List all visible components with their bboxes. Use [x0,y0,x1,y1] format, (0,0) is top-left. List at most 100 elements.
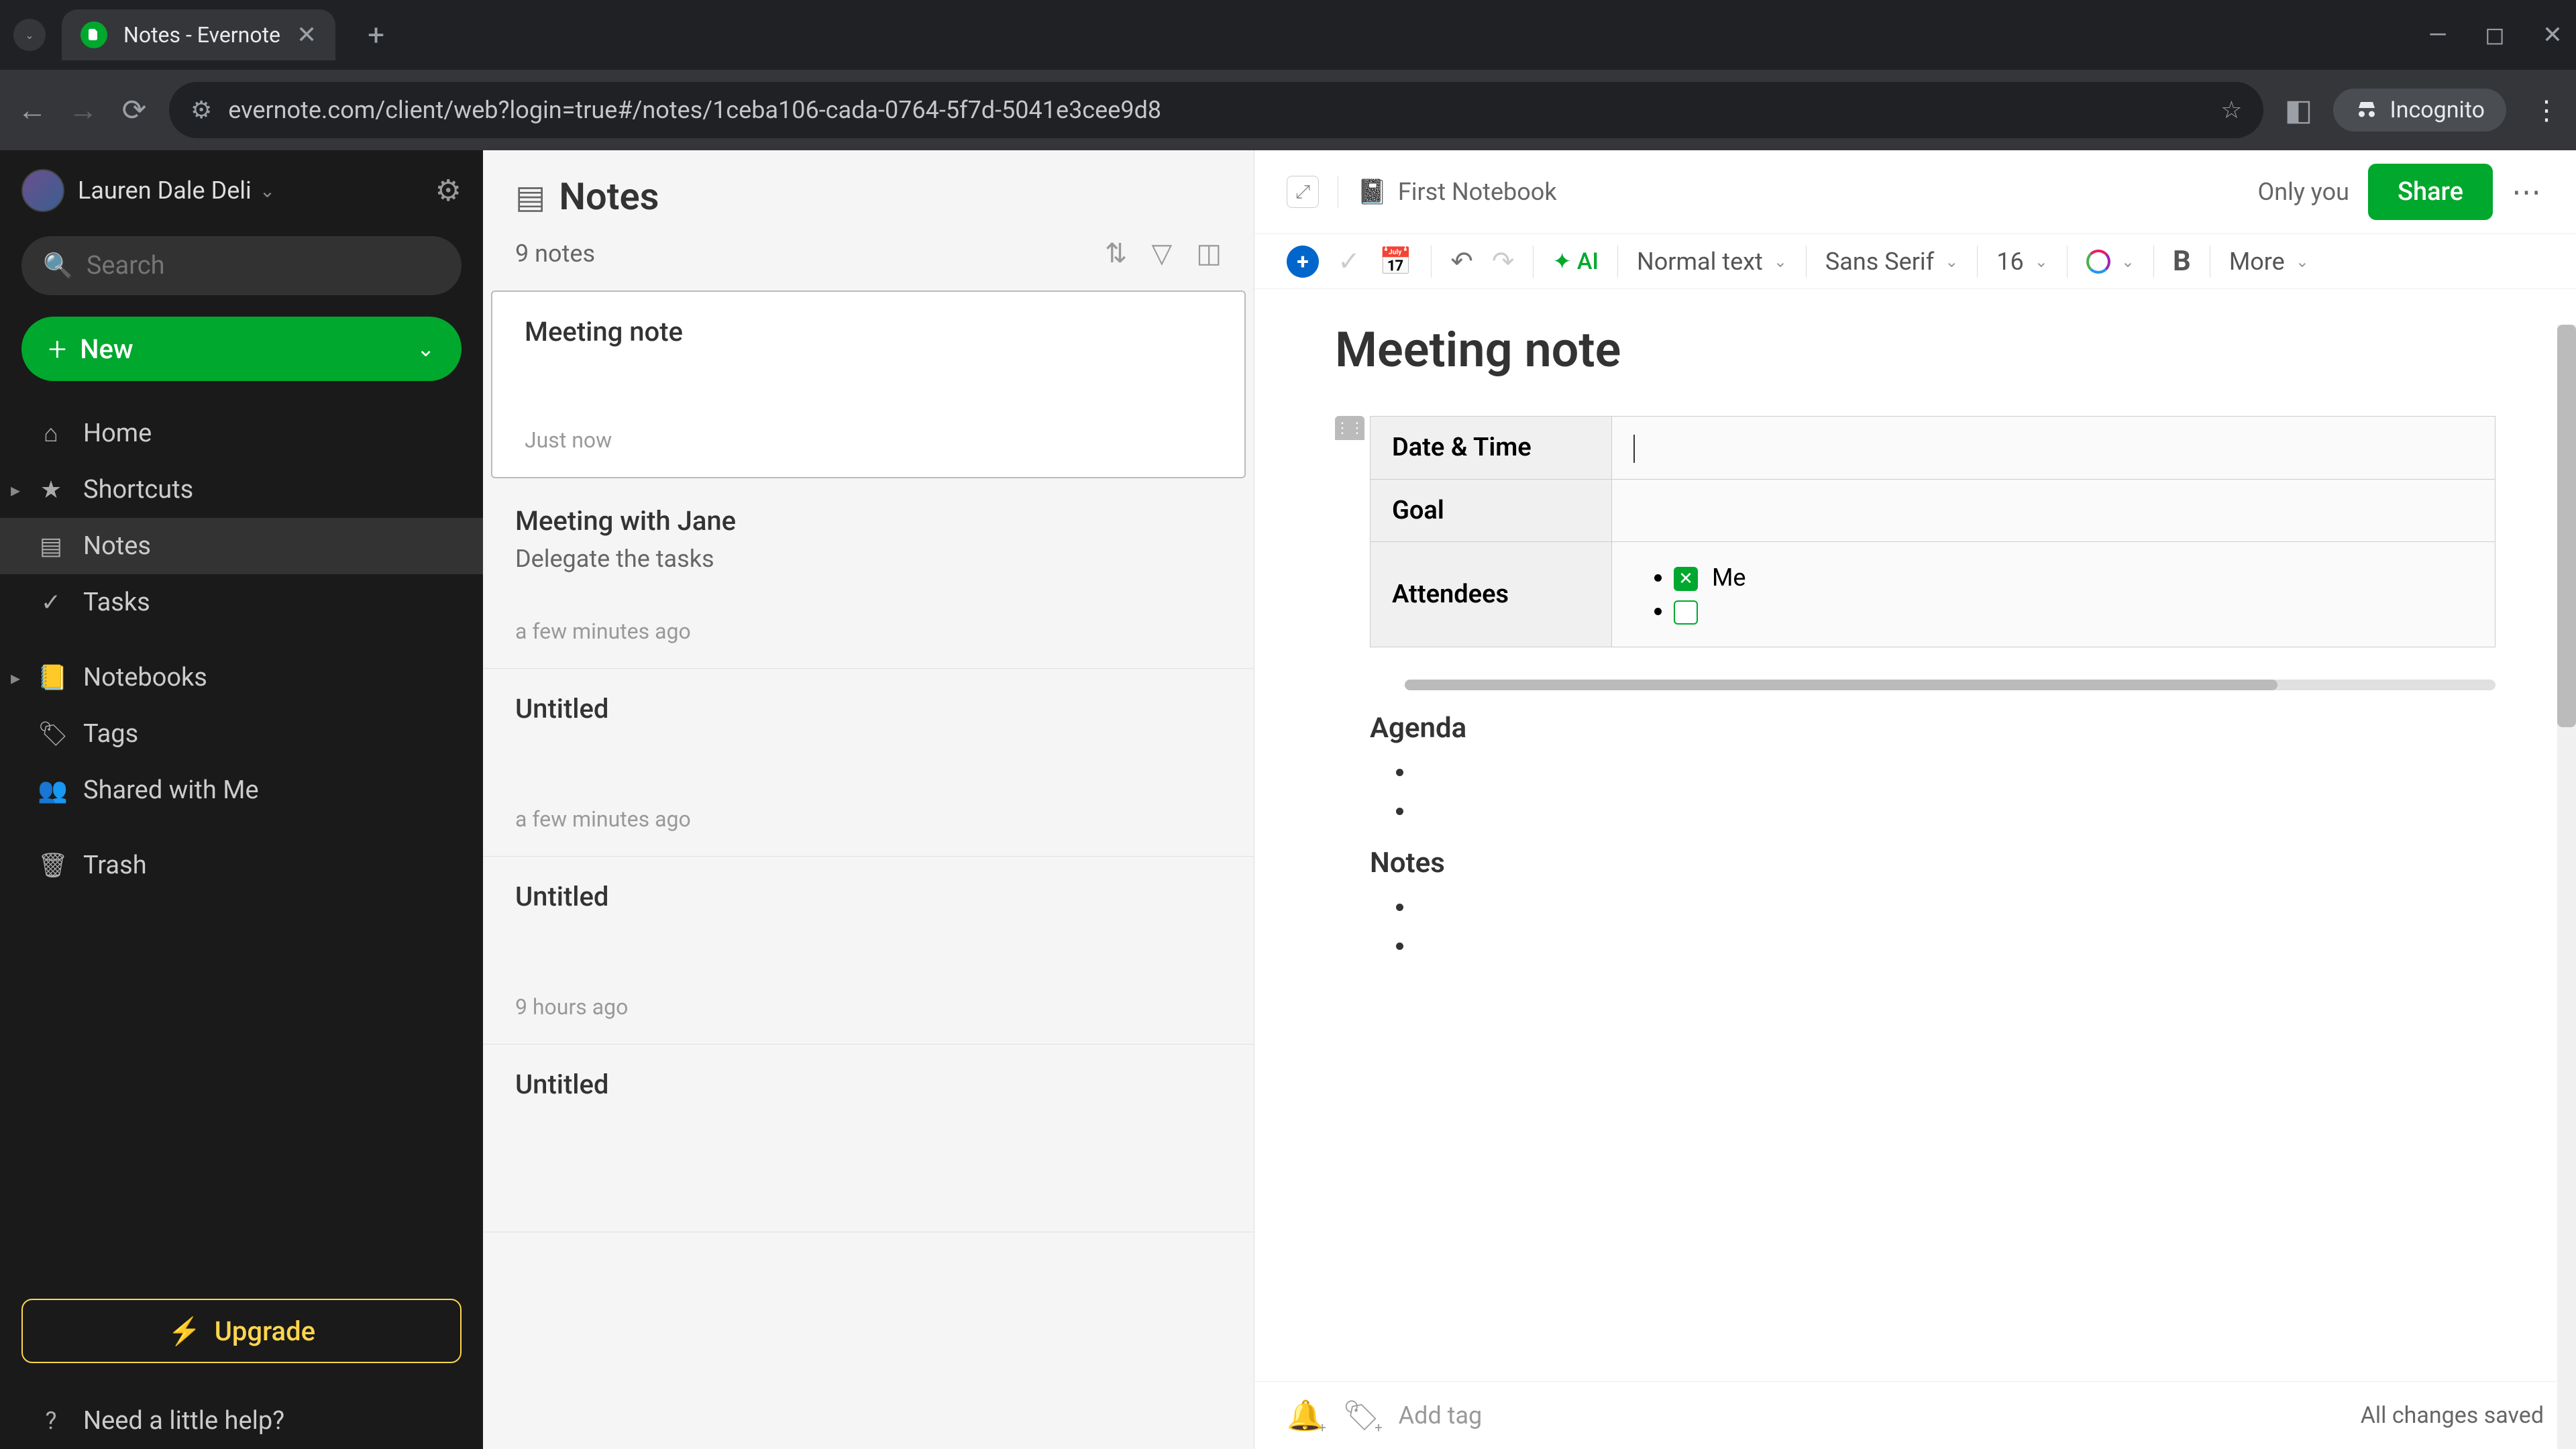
sidebar-item-shortcuts[interactable]: ▸ ★ Shortcuts [0,462,483,518]
meta-label-goal: Goal [1371,479,1612,541]
sidebar-item-trash[interactable]: 🗑 Trash [0,837,483,894]
window-maximize-icon[interactable]: ◻ [2485,21,2505,49]
checkbox-checked-icon[interactable]: ✕ [1674,567,1698,591]
new-button[interactable]: + New ⌄ [21,317,462,381]
table-row: Goal [1371,479,2496,541]
sort-icon[interactable]: ⇅ [1105,237,1128,269]
insert-button[interactable]: + [1287,246,1319,278]
font-family-dropdown[interactable]: Sans Serif ⌄ [1825,248,1958,276]
expand-caret-icon[interactable]: ▸ [11,667,20,689]
note-card[interactable]: Meeting with Jane Delegate the tasks a f… [483,481,1254,669]
sharing-status[interactable]: Only you [2257,178,2349,206]
note-card[interactable]: Untitled 9 hours ago [483,857,1254,1044]
note-body[interactable]: Meeting note ⋮⋮ Date & Time Goal Attende… [1254,289,2576,1381]
filter-icon[interactable]: ▽ [1151,237,1172,269]
drag-handle-icon[interactable]: ⋮⋮ [1335,416,1364,440]
sidebar-item-label: Trash [83,851,147,880]
user-avatar[interactable] [21,169,64,212]
chevron-down-icon: ⌄ [2296,252,2309,271]
separator [1806,246,1807,278]
nav-back-icon[interactable]: ← [16,93,48,127]
notes-list[interactable] [1335,893,2496,960]
font-size-dropdown[interactable]: 16 ⌄ [1996,248,2048,276]
incognito-badge[interactable]: Incognito [2333,89,2506,131]
task-icon[interactable]: ✓ [1338,246,1360,277]
browser-titlebar: ⌄ Notes - Evernote ✕ + — ◻ ✕ [0,0,2576,70]
sidebar-nav: ⌂ Home ▸ ★ Shortcuts ▤ Notes ✓ Tasks ▸ 📒… [0,405,483,1277]
search-box[interactable]: 🔍 [21,236,462,295]
section-heading-agenda[interactable]: Agenda [1370,712,2496,745]
paragraph-style-dropdown[interactable]: Normal text ⌄ [1637,248,1787,276]
list-item[interactable] [1415,797,2496,825]
scrollbar-thumb[interactable] [1405,680,2277,690]
separator [2153,246,2154,278]
calendar-icon[interactable]: 📅 [1379,246,1413,277]
sidebar-item-shared[interactable]: 👥 Shared with Me [0,762,483,818]
more-formatting-dropdown[interactable]: More ⌄ [2229,248,2309,276]
upgrade-button[interactable]: ⚡ Upgrade [21,1299,462,1363]
app-container: Lauren Dale Deli ⌄ ⚙ 🔍 + New ⌄ ⌂ Home ▸ … [0,150,2576,1449]
note-card[interactable]: Untitled a few minutes ago [483,669,1254,857]
username-dropdown[interactable]: Lauren Dale Deli ⌄ [78,176,422,205]
search-input[interactable] [87,251,440,280]
share-button[interactable]: Share [2368,164,2493,220]
horizontal-scrollbar[interactable] [1405,680,2496,690]
side-panel-icon[interactable]: ◧ [2282,93,2314,127]
checkbox-empty-icon[interactable] [1674,600,1698,625]
note-title-field[interactable]: Meeting note [1335,321,2496,378]
notebook-icon: 📓 [1357,178,1387,206]
meta-value-attendees[interactable]: ✕ Me [1612,541,2496,647]
attendee-item[interactable] [1674,597,2473,625]
section-heading-notes[interactable]: Notes [1370,847,2496,879]
note-card[interactable]: Untitled [483,1044,1254,1232]
ai-button[interactable]: ✦ AI [1552,248,1599,275]
notes-header-icon: ▤ [515,178,545,216]
sidebar-item-tasks[interactable]: ✓ Tasks [0,574,483,631]
meta-value-goal[interactable] [1612,479,2496,541]
chevron-down-icon: ⌄ [2121,252,2135,271]
tab-search-button[interactable]: ⌄ [13,19,46,51]
note-card-selected[interactable]: Meeting note Just now [491,290,1246,478]
vertical-scrollbar[interactable] [2557,325,2576,1449]
attendee-item[interactable]: ✕ Me [1674,564,2473,592]
expand-editor-icon[interactable]: ⤢ [1287,176,1319,208]
scrollbar-thumb[interactable] [2557,325,2576,727]
text-color-dropdown[interactable]: ⌄ [2086,250,2135,274]
undo-icon[interactable]: ↶ [1450,246,1473,277]
meta-label-datetime: Date & Time [1371,417,1612,480]
sidebar-header: Lauren Dale Deli ⌄ ⚙ [0,150,483,231]
sidebar-item-home[interactable]: ⌂ Home [0,405,483,462]
redo-icon[interactable]: ↷ [1492,246,1515,277]
view-mode-icon[interactable]: ◫ [1196,237,1222,269]
window-minimize-icon[interactable]: — [2428,21,2447,49]
window-close-icon[interactable]: ✕ [2542,21,2563,49]
agenda-list[interactable] [1335,758,2496,825]
url-bar[interactable]: ⚙ evernote.com/client/web?login=true#/no… [169,82,2263,138]
list-item[interactable] [1415,893,2496,921]
notebook-breadcrumb[interactable]: 📓 First Notebook [1357,178,1557,206]
more-actions-icon[interactable]: ⋯ [2512,174,2544,209]
nav-reload-icon[interactable]: ⟳ [118,93,150,127]
sidebar-item-notebooks[interactable]: ▸ 📒 Notebooks [0,649,483,706]
add-reminder-icon[interactable]: 🔔+ [1287,1398,1324,1433]
browser-tab-active[interactable]: Notes - Evernote ✕ [62,9,335,60]
sidebar-item-notes[interactable]: ▤ Notes [0,518,483,574]
help-link[interactable]: ? Need a little help? [0,1385,483,1449]
bookmark-star-icon[interactable]: ☆ [2220,96,2242,124]
settings-gear-icon[interactable]: ⚙ [435,173,462,208]
add-tag-icon[interactable]: 🏷+ [1342,1398,1380,1433]
star-icon: ★ [38,476,64,504]
sidebar: Lauren Dale Deli ⌄ ⚙ 🔍 + New ⌄ ⌂ Home ▸ … [0,150,483,1449]
tab-close-icon[interactable]: ✕ [297,21,317,49]
bold-button[interactable]: B [2173,245,2191,278]
expand-caret-icon[interactable]: ▸ [11,479,20,501]
meta-value-datetime[interactable] [1612,417,2496,480]
sidebar-item-tags[interactable]: 🏷 Tags [0,706,483,762]
browser-menu-icon[interactable]: ⋮ [2533,95,2560,126]
site-settings-icon[interactable]: ⚙ [191,96,212,124]
list-item[interactable] [1415,758,2496,786]
add-tag-input[interactable]: Add tag [1399,1401,2342,1430]
list-item[interactable] [1415,932,2496,960]
new-tab-button[interactable]: + [368,17,384,52]
browser-addressbar: ← → ⟳ ⚙ evernote.com/client/web?login=tr… [0,70,2576,150]
